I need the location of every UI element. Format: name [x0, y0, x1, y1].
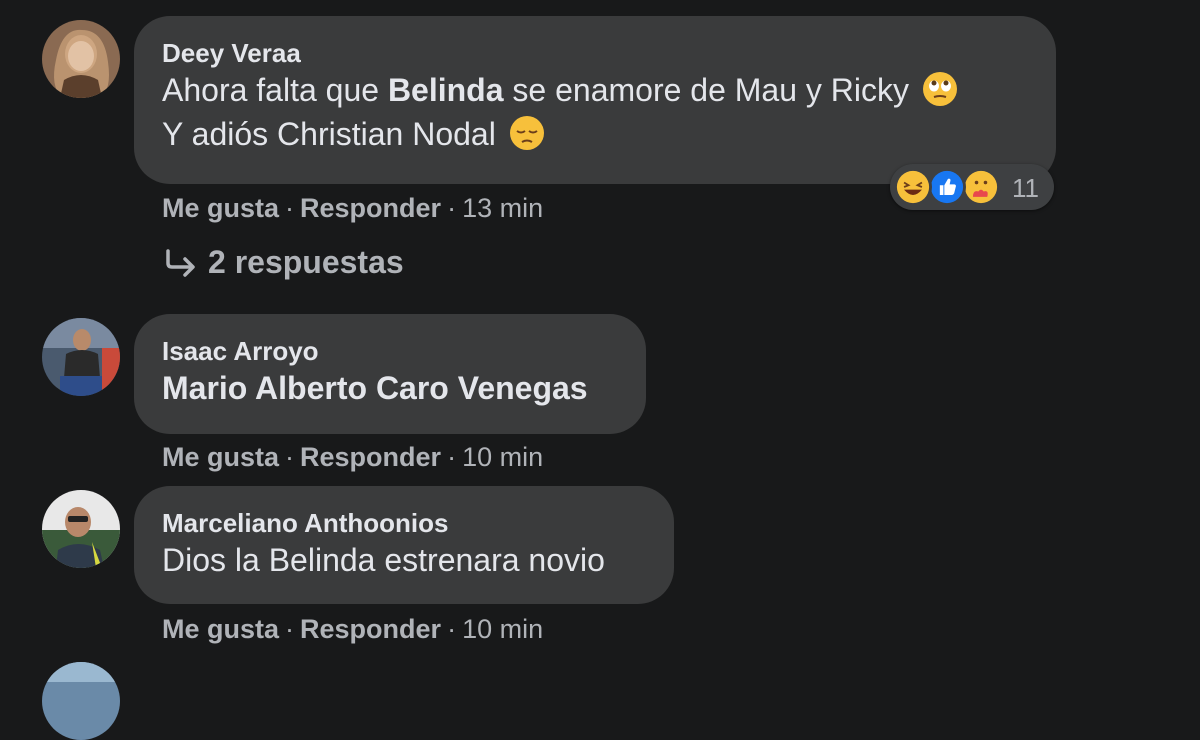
avatar[interactable]	[42, 490, 120, 568]
replies-count-label: 2 respuestas	[208, 244, 404, 280]
comment-timestamp[interactable]: 10 min	[462, 614, 543, 644]
comment-text: Ahora falta que Belinda se enamore de Ma…	[162, 68, 1028, 112]
care-emoji-icon	[962, 168, 1000, 206]
comment-timestamp[interactable]: 13 min	[462, 193, 543, 223]
avatar[interactable]	[42, 20, 120, 98]
comment-text-part: Y adiós Christian Nodal	[162, 116, 496, 152]
separator: ·	[285, 193, 295, 223]
separator: ·	[285, 614, 295, 644]
like-button[interactable]: Me gusta	[162, 614, 279, 644]
comment-text-line2: Y adiós Christian Nodal	[162, 112, 1028, 156]
separator: ·	[447, 193, 457, 223]
comment-bubble: Marceliano Anthoonios Dios la Belinda es…	[134, 486, 674, 604]
avatar[interactable]	[42, 318, 120, 396]
next-comment-avatar[interactable]	[42, 662, 120, 740]
reply-button[interactable]: Responder	[300, 614, 441, 644]
pensive-emoji-icon	[509, 116, 544, 150]
reply-arrow-icon	[166, 249, 195, 277]
laughing-emoji-icon	[894, 168, 932, 206]
separator: ·	[447, 442, 457, 472]
like-button[interactable]: Me gusta	[162, 193, 279, 223]
reactions-count: 11	[1012, 173, 1039, 203]
comment-text[interactable]: Mario Alberto Caro Venegas	[162, 366, 618, 410]
comment-timestamp[interactable]: 10 min	[462, 442, 543, 472]
like-icon	[928, 168, 966, 206]
separator: ·	[447, 614, 457, 644]
mentioned-name[interactable]: Belinda	[388, 72, 504, 108]
comment-actions: Me gusta · Responder · 10 min	[162, 613, 543, 645]
comment-bubble: Deey Veraa Ahora falta que Belinda se en…	[134, 16, 1056, 184]
comment-author[interactable]: Deey Veraa	[162, 38, 1028, 68]
comment-author[interactable]: Marceliano Anthoonios	[162, 508, 646, 538]
reply-button[interactable]: Responder	[300, 442, 441, 472]
view-replies-link[interactable]: 2 respuestas	[162, 244, 404, 281]
comment-text-part: se enamore de Mau y Ricky	[503, 72, 910, 108]
rolling-eyes-emoji-icon	[922, 72, 957, 106]
comment-actions: Me gusta · Responder · 13 min	[162, 192, 543, 224]
comment-actions: Me gusta · Responder · 10 min	[162, 441, 543, 473]
comment-text-part: Ahora falta que	[162, 72, 388, 108]
reply-button[interactable]: Responder	[300, 193, 441, 223]
comment-text: Dios la Belinda estrenara novio	[162, 542, 605, 578]
comment-author[interactable]: Isaac Arroyo	[162, 336, 618, 366]
comment-bubble: Isaac Arroyo Mario Alberto Caro Venegas	[134, 314, 646, 434]
like-button[interactable]: Me gusta	[162, 442, 279, 472]
separator: ·	[285, 442, 295, 472]
reactions-summary[interactable]: 11	[890, 164, 1054, 210]
